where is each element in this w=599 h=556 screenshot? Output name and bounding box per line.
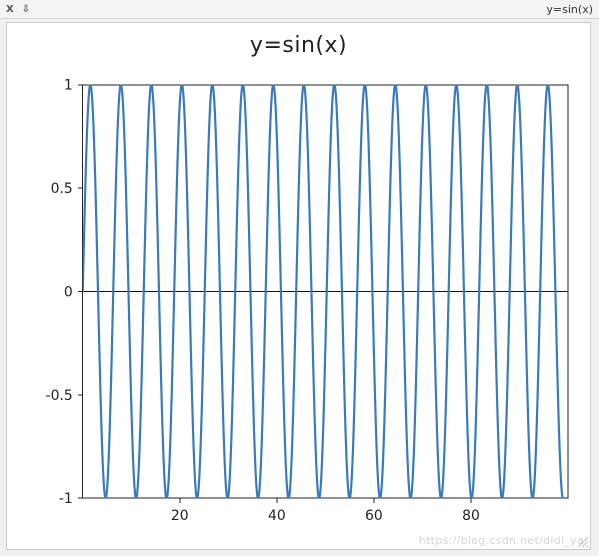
y-tick-label: 0 bbox=[64, 284, 73, 300]
window-title: y=sin(x) bbox=[546, 3, 599, 16]
chart-svg: 20 40 60 80 -1 -0.5 0 0.5 1 bbox=[7, 23, 590, 549]
x-tick-label: 40 bbox=[268, 508, 286, 524]
y-tick-label: 0.5 bbox=[51, 181, 73, 197]
app-window: X ⇩ y=sin(x) y=sin(x) 20 40 60 80 -1 -0.5 0 0.5… bbox=[0, 0, 599, 556]
pin-icon[interactable]: ⇩ bbox=[22, 4, 30, 15]
y-tick-label: -1 bbox=[59, 491, 73, 507]
figure-canvas: y=sin(x) 20406080-1-0.500.51 https://blo… bbox=[6, 22, 591, 550]
y-tick-label: -0.5 bbox=[46, 388, 73, 404]
close-icon[interactable]: X bbox=[6, 4, 14, 15]
y-tick-label: 1 bbox=[64, 78, 73, 94]
x-tick-label: 60 bbox=[365, 508, 383, 524]
resize-grip-icon[interactable] bbox=[576, 535, 588, 547]
titlebar: X ⇩ y=sin(x) bbox=[0, 0, 599, 19]
window-controls: X ⇩ bbox=[0, 4, 30, 15]
x-tick-label: 80 bbox=[462, 508, 480, 524]
x-tick-label: 20 bbox=[171, 508, 189, 524]
